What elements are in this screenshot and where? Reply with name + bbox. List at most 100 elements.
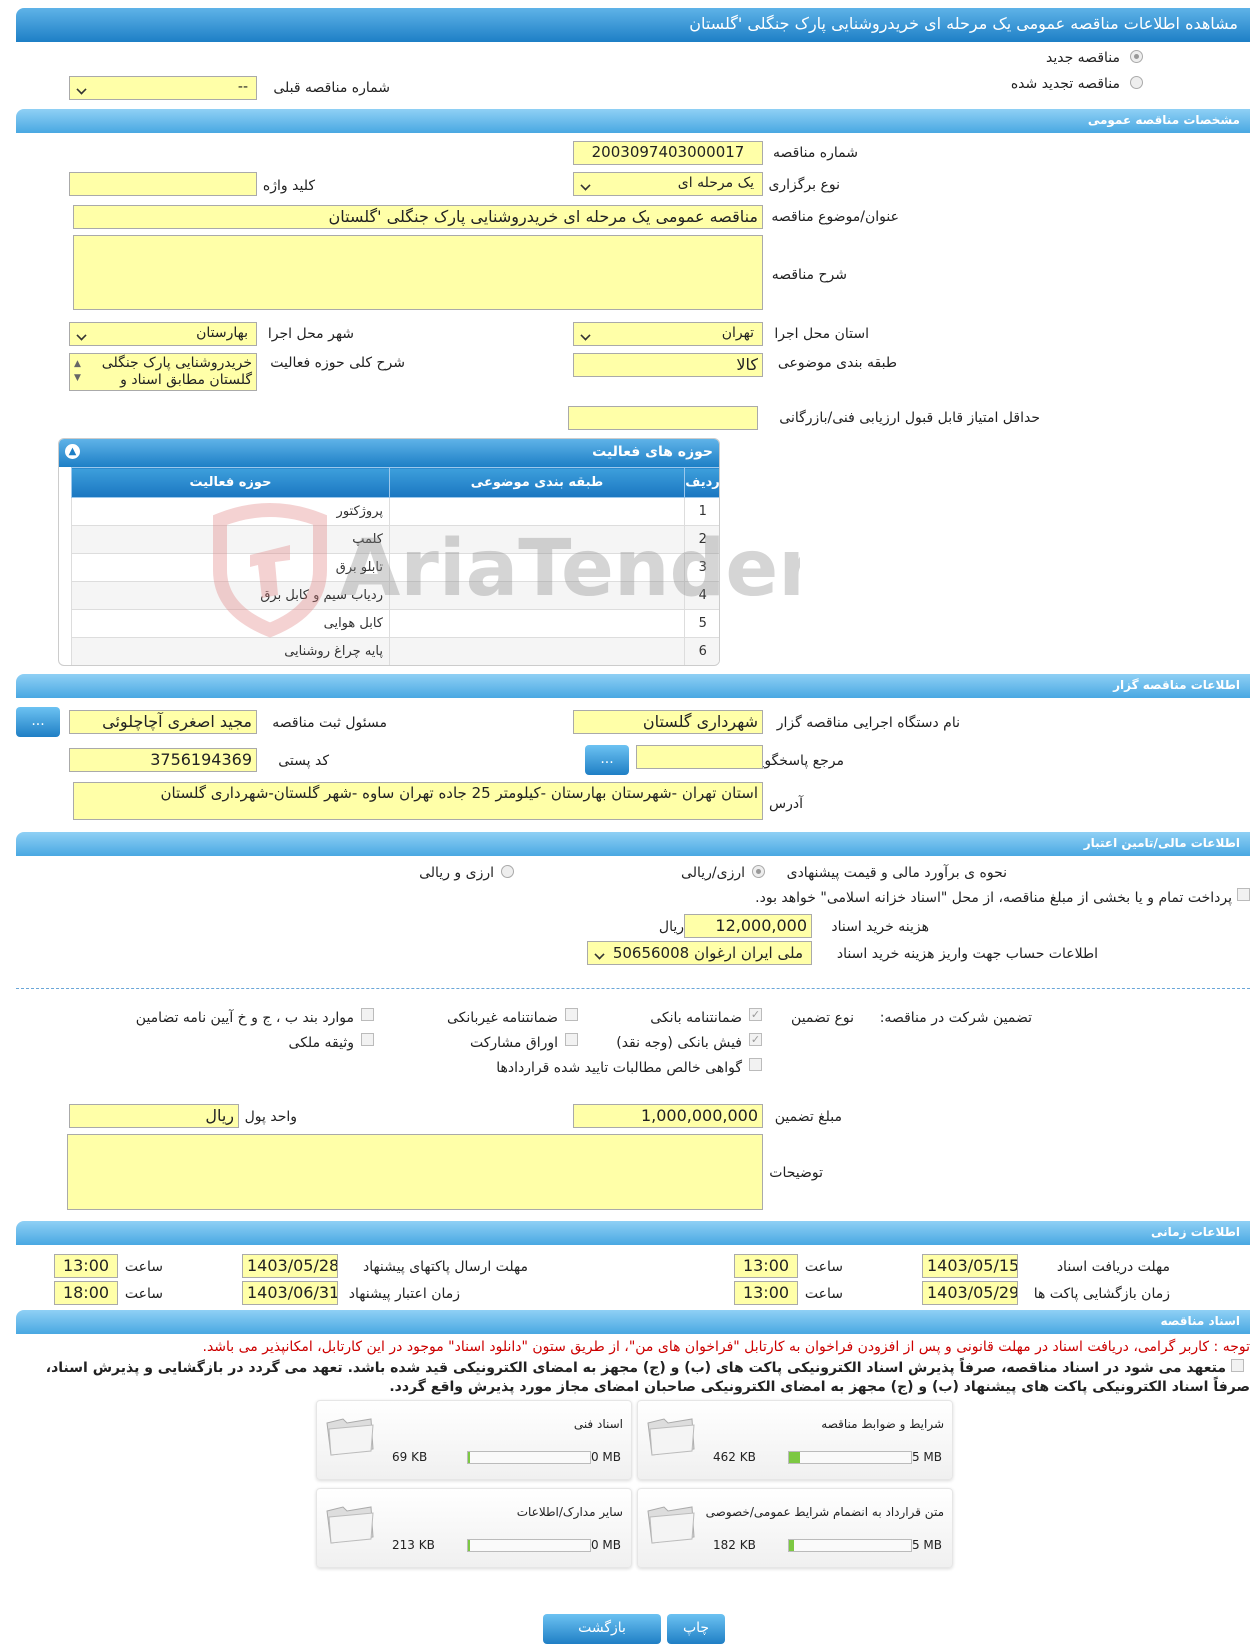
chevron-down-icon — [594, 949, 605, 960]
row-scope: پایه چراغ روشنایی — [71, 637, 390, 665]
label-opening-time: ساعت — [804, 1286, 843, 1302]
category-field[interactable]: کالا — [573, 353, 763, 377]
page-title: مشاهده اطلاعات مناقصه عمومی یک مرحله ای … — [16, 8, 1250, 42]
folder-icon — [647, 1418, 695, 1456]
checkbox-nonbank-guarantee[interactable] — [565, 1008, 578, 1021]
notes-field[interactable] — [67, 1134, 763, 1210]
file-max-size: 5 MB — [911, 1450, 942, 1464]
label-hold-type: نوع برگزاری — [768, 177, 840, 193]
label-scope: شرح کلی حوزه فعالیت — [270, 355, 405, 371]
chevron-down-icon — [76, 84, 87, 95]
opening-time-field[interactable]: 13:00 — [734, 1281, 798, 1305]
responsible-lookup-button[interactable]: ... — [16, 707, 60, 737]
scroll-arrows-icon[interactable]: ▲ ▼ — [74, 357, 81, 385]
section-finance: اطلاعات مالی/تامین اعتبار — [16, 832, 1250, 856]
responsible-field[interactable]: مجید اصغری آچاچلوئی — [69, 710, 257, 734]
document-file[interactable]: متن قرارداد به انضمام شرایط عمومی/خصوصی 5… — [637, 1488, 953, 1568]
print-button[interactable]: چاپ — [667, 1614, 725, 1644]
checkbox-property-collateral[interactable] — [361, 1033, 374, 1046]
label-new-tender: مناقصه جدید — [1045, 50, 1120, 66]
treasury-checkbox[interactable] — [1237, 888, 1250, 901]
label-address: آدرس — [769, 796, 803, 812]
activity-grid-header: حوزه های فعالیت ▲ — [59, 439, 719, 467]
label-opening: زمان بازگشایی پاکت ها — [1033, 1286, 1170, 1302]
commitment-checkbox[interactable] — [1231, 1359, 1244, 1372]
file-size: 69 KB — [392, 1450, 428, 1464]
label-postal-code: کد پستی — [278, 753, 329, 769]
label-responsible: مسئول ثبت مناقصه — [272, 715, 387, 731]
label-other-items: موارد بند ب ، ج و خ آیین نامه تضامین — [135, 1010, 354, 1026]
min-score-field[interactable] — [568, 406, 758, 430]
file-size-fill — [468, 1452, 471, 1463]
divider — [16, 988, 1250, 989]
checkbox-cash-receipt[interactable]: ✓ — [749, 1033, 762, 1046]
file-size: 182 KB — [713, 1538, 756, 1552]
label-renewed-tender: مناقصه تجدید شده — [1010, 76, 1120, 92]
radio-currency-and-rial[interactable] — [501, 865, 514, 878]
file-size-bar — [467, 1539, 591, 1552]
document-file[interactable]: سایر مدارک/اطلاعات 50 MB 213 KB — [316, 1488, 632, 1568]
svg-text:AriaTender.neT: AriaTender.neT — [340, 524, 800, 614]
currency-unit-field[interactable]: ریال — [69, 1104, 239, 1128]
opening-date-field[interactable]: 1403/05/29 — [922, 1281, 1018, 1305]
label-subject: عنوان/موضوع مناقصه — [771, 209, 899, 225]
organization-field[interactable]: شهرداری گلستان — [573, 710, 763, 734]
label-receive-time: ساعت — [804, 1259, 843, 1275]
validity-date-field[interactable]: 1403/06/31 — [242, 1281, 338, 1305]
checkbox-bank-guarantee[interactable]: ✓ — [749, 1008, 762, 1021]
select-province[interactable]: تهران — [573, 322, 763, 346]
subject-field[interactable]: مناقصه عمومی یک مرحله ای خریدروشنایی پار… — [73, 205, 763, 229]
label-cash-receipt: فیش بانکی (وجه نقد) — [616, 1035, 742, 1051]
select-city[interactable]: بهارستان — [69, 322, 257, 346]
label-send-deadline: مهلت ارسال پاکتهای پیشنهاد — [362, 1259, 528, 1275]
label-min-score: حداقل امتیاز قابل قبول ارزیابی فنی/بازرگ… — [779, 410, 1040, 426]
description-field[interactable] — [73, 235, 763, 310]
label-bonds: اوراق مشارکت — [469, 1035, 558, 1051]
label-treasury: پرداخت تمام و یا بخشی از مبلغ مناقصه، از… — [755, 890, 1232, 906]
validity-time-field[interactable]: 18:00 — [54, 1281, 118, 1305]
radio-currency-rial[interactable] — [752, 865, 765, 878]
back-button[interactable]: بازگشت — [543, 1614, 661, 1644]
chevron-down-icon — [580, 180, 591, 191]
checkbox-bonds[interactable] — [565, 1033, 578, 1046]
keyword-field[interactable] — [69, 172, 257, 196]
checkbox-other-items[interactable] — [361, 1008, 374, 1021]
guarantee-amount-field[interactable]: 1,000,000,000 — [573, 1104, 763, 1128]
send-date-field[interactable]: 1403/05/28 — [242, 1254, 338, 1278]
col-row: ردیف — [684, 467, 719, 498]
doc-fee-field[interactable]: 12,000,000 — [684, 914, 812, 938]
label-organization: نام دستگاه اجرایی مناقصه گزار — [776, 715, 960, 731]
label-rial: ریال — [658, 919, 684, 935]
select-hold-type[interactable]: یک مرحله ای — [573, 172, 763, 196]
scope-field[interactable]: خریدروشنایی پارک جنگلی گلستان مطابق اسنا… — [69, 353, 257, 391]
folder-icon — [326, 1506, 374, 1544]
receive-date-field[interactable]: 1403/05/15 — [922, 1254, 1018, 1278]
file-size-bar — [788, 1451, 912, 1464]
label-prev-number: شماره مناقصه قبلی — [273, 80, 390, 96]
label-keyword: کلید واژه — [262, 178, 315, 194]
document-file[interactable]: اسناد فنی 50 MB 69 KB — [316, 1400, 632, 1480]
folder-icon — [326, 1418, 374, 1456]
select-prev-number[interactable]: -- — [69, 76, 257, 100]
document-file[interactable]: شرایط و ضوابط مناقصه 5 MB 462 KB — [637, 1400, 953, 1480]
send-time-field[interactable]: 13:00 — [54, 1254, 118, 1278]
reference-lookup-button[interactable]: ... — [585, 745, 629, 775]
label-nonbank-guarantee: ضمانتنامه غیربانکی — [446, 1010, 558, 1026]
radio-renewed-tender[interactable] — [1130, 76, 1143, 89]
section-organizer: اطلاعات مناقصه گزار — [16, 674, 1250, 698]
tender-number-field[interactable]: 2003097403000017 — [573, 141, 763, 165]
checkbox-receivables[interactable] — [749, 1058, 762, 1071]
select-account[interactable]: ملی ایران ارغوان 50656008 — [587, 941, 812, 965]
radio-new-tender[interactable] — [1130, 50, 1143, 63]
label-estimate: نحوه ی برآورد مالی و قیمت پیشنهادی — [786, 865, 1007, 881]
postal-code-field[interactable]: 3756194369 — [69, 748, 257, 772]
file-size: 213 KB — [392, 1538, 435, 1552]
reference-field[interactable] — [636, 745, 763, 769]
receive-time-field[interactable]: 13:00 — [734, 1254, 798, 1278]
collapse-icon[interactable]: ▲ — [65, 444, 80, 459]
label-tender-number: شماره مناقصه — [773, 145, 858, 161]
address-field[interactable]: استان تهران -شهرستان بهارستان -کیلومتر 2… — [73, 782, 763, 820]
label-guarantee-type: نوع تضمین — [791, 1010, 854, 1026]
file-size-bar — [788, 1539, 912, 1552]
label-validity-time: ساعت — [124, 1286, 163, 1302]
